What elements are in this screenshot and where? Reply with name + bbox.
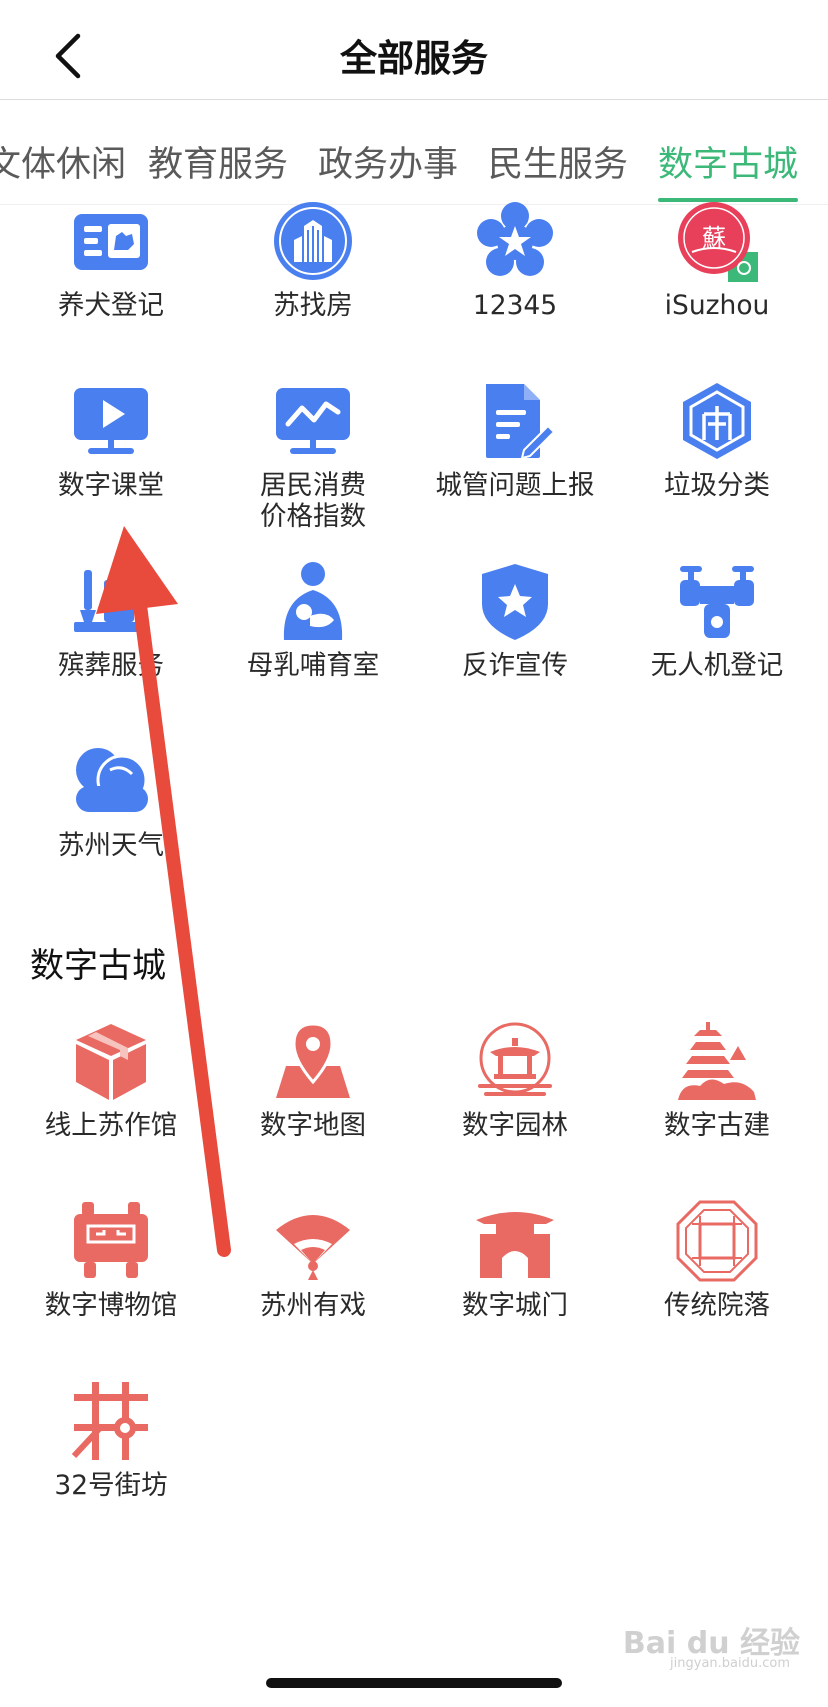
service-label: 12345 (472, 290, 558, 321)
dog-registration-icon (74, 214, 148, 270)
service-funeral[interactable]: 殡葬服务 (10, 560, 212, 681)
heritage-digital-museum[interactable]: 数字博物馆 (10, 1200, 212, 1321)
lattice-window-icon (676, 1200, 758, 1282)
pavilion-icon (478, 1022, 552, 1096)
bronze-vessel-icon (74, 1202, 148, 1278)
service-label: 数字博物馆 (44, 1290, 178, 1321)
service-label: 数字城门 (462, 1290, 568, 1321)
heritage-street-32[interactable]: 32号街坊 (10, 1380, 212, 1501)
mother-baby-icon (283, 562, 343, 640)
heritage-digital-map[interactable]: 数字地图 (212, 1020, 414, 1141)
service-nursing-room[interactable]: 母乳哺育室 (212, 560, 414, 681)
buildings-icon (274, 202, 352, 280)
tab-leisure[interactable]: 文体休闲 (0, 136, 126, 187)
service-label: 线上苏作馆 (44, 1110, 178, 1141)
isuzhou-logo-icon: 蘇 (678, 202, 758, 282)
drone-icon (680, 566, 754, 638)
service-label: 32号街坊 (54, 1470, 168, 1501)
service-label: 殡葬服务 (58, 650, 164, 681)
fan-icon (276, 1215, 350, 1280)
service-label: 传统院落 (664, 1290, 770, 1321)
tab-digital-city[interactable]: 数字古城 (658, 136, 798, 187)
service-dog-registration[interactable]: 养犬登记 (10, 200, 212, 321)
map-pin-icon (276, 1022, 350, 1098)
service-label: 无人机登记 (650, 650, 784, 681)
watermark-url: jingyan.baidu.com (670, 1656, 790, 1671)
service-label: 居民消费 价格指数 (260, 470, 366, 532)
tab-livelihood[interactable]: 民生服务 (488, 136, 628, 187)
service-hotline[interactable]: 12345 (414, 200, 616, 321)
heritage-traditional-courtyard[interactable]: 传统院落 (616, 1200, 818, 1321)
street-block-icon (71, 1382, 148, 1460)
service-label: 母乳哺育室 (246, 650, 380, 681)
service-isuzhou[interactable]: 蘇 iSuzhou (616, 200, 818, 321)
city-gate-icon (476, 1212, 554, 1278)
service-label: 苏州有戏 (260, 1290, 366, 1321)
service-label: 数字课堂 (58, 470, 164, 501)
cube-box-icon (76, 1024, 146, 1100)
service-city-report[interactable]: 城管问题上报 (414, 380, 616, 501)
heritage-city-gate[interactable]: 数字城门 (414, 1200, 616, 1321)
document-edit-icon (486, 384, 556, 460)
service-cpi[interactable]: 居民消费 价格指数 (212, 380, 414, 532)
service-label: 数字园林 (462, 1110, 568, 1141)
home-indicator[interactable] (266, 1678, 562, 1688)
chart-monitor-icon (276, 388, 350, 454)
shield-star-icon (482, 564, 548, 640)
memorial-icon (74, 570, 148, 632)
star-flower-icon (477, 202, 553, 276)
service-weather[interactable]: 苏州天气 (10, 740, 212, 861)
service-house-search[interactable]: 苏找房 (212, 200, 414, 321)
service-label: 苏州天气 (58, 830, 164, 861)
section-title: 数字古城 (30, 946, 166, 986)
tab-education[interactable]: 教育服务 (148, 136, 288, 187)
tab-government[interactable]: 政务办事 (318, 136, 458, 187)
service-label: 反诈宣传 (462, 650, 568, 681)
service-label: 养犬登记 (58, 290, 164, 321)
service-label: 数字古建 (664, 1110, 770, 1141)
page-title: 全部服务 (340, 37, 488, 80)
heritage-digital-garden[interactable]: 数字园林 (414, 1020, 616, 1141)
service-digital-classroom[interactable]: 数字课堂 (10, 380, 212, 501)
heritage-suzhou-opera[interactable]: 苏州有戏 (212, 1200, 414, 1321)
service-label: 垃圾分类 (664, 470, 770, 501)
service-label: 苏找房 (273, 290, 353, 321)
heritage-suzuo-hall[interactable]: 线上苏作馆 (10, 1020, 212, 1141)
heritage-ancient-architecture[interactable]: 数字古建 (616, 1020, 818, 1141)
service-label: 数字地图 (260, 1110, 366, 1141)
pagoda-icon (678, 1022, 756, 1100)
recycle-hexagon-icon (683, 383, 751, 459)
top-bar: 全部服务 (0, 0, 828, 100)
service-garbage-sorting[interactable]: 垃圾分类 (616, 380, 818, 501)
monitor-play-icon (74, 388, 148, 454)
service-label: iSuzhou (664, 290, 770, 321)
category-tabs: 文体休闲 教育服务 政务办事 民生服务 数字古城 (0, 100, 828, 205)
service-anti-fraud[interactable]: 反诈宣传 (414, 560, 616, 681)
service-drone-registration[interactable]: 无人机登记 (616, 560, 818, 681)
service-label: 城管问题上报 (435, 470, 595, 501)
cloud-icon (76, 748, 148, 812)
